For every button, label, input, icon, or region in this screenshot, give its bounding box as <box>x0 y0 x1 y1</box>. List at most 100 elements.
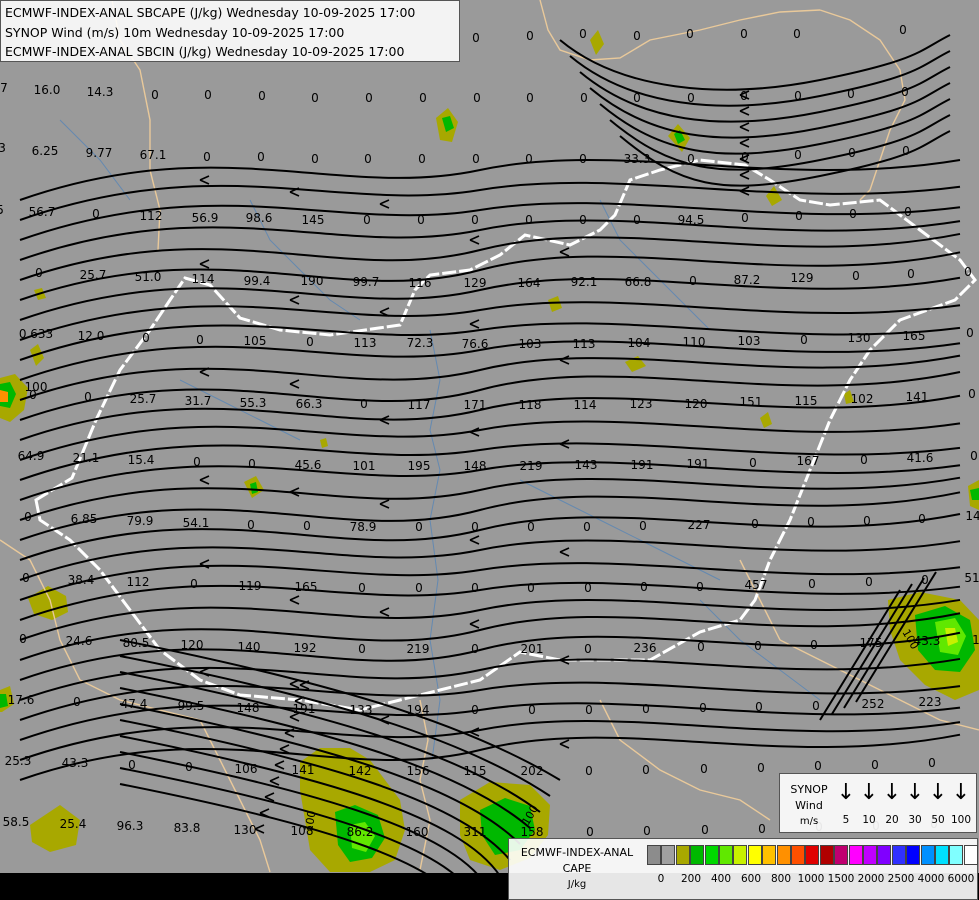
cape-value-label: 0 <box>642 763 650 777</box>
cape-value-label: 114 <box>192 272 215 286</box>
cape-value-label: 15.4 <box>128 453 155 467</box>
cape-value-label: 98.6 <box>246 211 273 225</box>
cape-value-label: 0 <box>419 91 427 105</box>
cape-value-label: 87.2 <box>734 273 761 287</box>
cape-value-label: 0 <box>247 518 255 532</box>
cape-value-label: 0 <box>901 85 909 99</box>
cape-value-label: 116 <box>409 276 432 290</box>
cape-value-label: 51.0 <box>135 270 162 284</box>
cape-value-label: 236 <box>634 641 657 655</box>
cape-value-label: 0 <box>902 144 910 158</box>
cape-value-label: 3 <box>0 141 6 155</box>
cape-value-label: 0 <box>642 702 650 716</box>
cape-value-label: 0 <box>741 211 749 225</box>
cape-color-swatch <box>949 845 964 865</box>
cape-value-label: 0 <box>921 573 929 587</box>
cape-color-swatch <box>762 845 777 865</box>
cape-value-label: 190 <box>301 274 324 288</box>
cape-value-label: 195 <box>408 459 431 473</box>
wind-speed-label: 5 <box>842 814 850 826</box>
cape-value-label: 0 <box>358 581 366 595</box>
cape-value-label: 165 <box>903 329 926 343</box>
cape-color-swatch <box>963 845 978 865</box>
cape-value-label: 43.3 <box>62 756 89 770</box>
cape-value-label: 123 <box>630 397 653 411</box>
cape-color-swatch <box>704 845 719 865</box>
wind-speed-label: 50 <box>931 814 945 826</box>
cape-value-label: 113 <box>354 336 377 350</box>
cape-value-label: 156 <box>407 764 430 778</box>
cape-value-label: 96.3 <box>117 819 144 833</box>
cape-value-label: 0 <box>527 581 535 595</box>
cape-value-label: 129 <box>791 271 814 285</box>
cape-value-label: 130 <box>848 331 871 345</box>
cape-value-label: 43.3 <box>914 634 941 648</box>
cape-color-swatch <box>747 845 762 865</box>
cape-value-label: 0 <box>757 761 765 775</box>
synop-legend-title: SYNOP <box>790 783 828 796</box>
cape-value-label: 56.7 <box>29 205 56 219</box>
cape-value-label: 0 <box>966 326 974 340</box>
cape-value-label: 0 <box>640 580 648 594</box>
cape-value-label: 21.1 <box>73 451 100 465</box>
cape-value-label: 0 <box>852 269 860 283</box>
cape-tick-label: 1000 <box>797 873 825 885</box>
cape-value-label: 0 <box>248 457 256 471</box>
cape-value-label: 0 <box>758 822 766 836</box>
cape-value-label: 101 <box>353 459 376 473</box>
cape-value-label: 117 <box>408 398 431 412</box>
cape-value-label: 0 <box>584 642 592 656</box>
cape-value-label: 130 <box>234 823 257 837</box>
cape-color-swatch <box>834 845 849 865</box>
cape-value-label: 171 <box>464 398 487 412</box>
wind-arrow-icon: ↓ <box>951 780 971 805</box>
cape-value-label: 0 <box>527 520 535 534</box>
cape-value-label: 5 <box>0 203 4 217</box>
cape-value-label: 67.1 <box>140 148 167 162</box>
cape-legend: ECMWF-INDEX-ANAL CAPE J/kg 0 200 400 600 800… <box>508 838 978 900</box>
cape-value-label: 0 <box>904 205 912 219</box>
cape-value-label: 0 <box>415 520 423 534</box>
cape-value-label: 142 <box>349 764 372 778</box>
cape-value-label: 0 <box>918 512 926 526</box>
wind-arrow-icon: ↓ <box>928 780 948 805</box>
cape-value-label: 33.3 <box>624 152 651 166</box>
cape-value-label: 0 <box>579 152 587 166</box>
cape-value-label: 0 <box>196 333 204 347</box>
cape-value-label: 0 <box>633 91 641 105</box>
wind-arrow-icon: ↓ <box>836 780 856 805</box>
cape-color-swatch <box>690 845 705 865</box>
cape-value-label: 457 <box>745 578 768 592</box>
cape-value-label: 0 <box>795 209 803 223</box>
cape-color-swatch <box>920 845 935 865</box>
cape-value-label: 47.4 <box>121 697 148 711</box>
cape-value-label: 25.7 <box>130 392 157 406</box>
cape-value-label: 0 <box>740 89 748 103</box>
cape-value-label: 311 <box>464 825 487 839</box>
cape-value-label: 99.7 <box>353 275 380 289</box>
cape-value-label: 0 <box>22 571 30 585</box>
cape-value-label: 194 <box>407 703 430 717</box>
cape-value-label: 0 <box>365 91 373 105</box>
cape-value-label: 145 <box>302 213 325 227</box>
cape-tick-label: 600 <box>740 873 762 885</box>
cape-value-label: 0 <box>185 760 193 774</box>
cape-value-label: 0 <box>418 152 426 166</box>
cape-value-label: 120 <box>685 397 708 411</box>
cape-color-swatch <box>906 845 921 865</box>
cape-value-label: 16.0 <box>34 83 61 97</box>
title-cin: ECMWF-INDEX-ANAL SBCIN (J/kg) Wednesday … <box>5 44 405 59</box>
cape-value-label: 0 <box>754 639 762 653</box>
cape-value-label: 108 <box>291 824 314 838</box>
cape-value-label: 219 <box>407 642 430 656</box>
cape-value-label: 175 <box>860 636 883 650</box>
cape-value-label: 0 <box>865 575 873 589</box>
cape-value-label: 0 <box>741 150 749 164</box>
cape-value-label: 0 <box>749 456 757 470</box>
cape-value-label: 201 <box>521 642 544 656</box>
cape-value-label: 0 <box>472 152 480 166</box>
cape-value-label: 119 <box>239 579 262 593</box>
cape-tick-label: 2000 <box>857 873 885 885</box>
cape-value-label: 83.8 <box>174 821 201 835</box>
title-cape: ECMWF-INDEX-ANAL SBCAPE (J/kg) Wednesday… <box>5 5 416 20</box>
